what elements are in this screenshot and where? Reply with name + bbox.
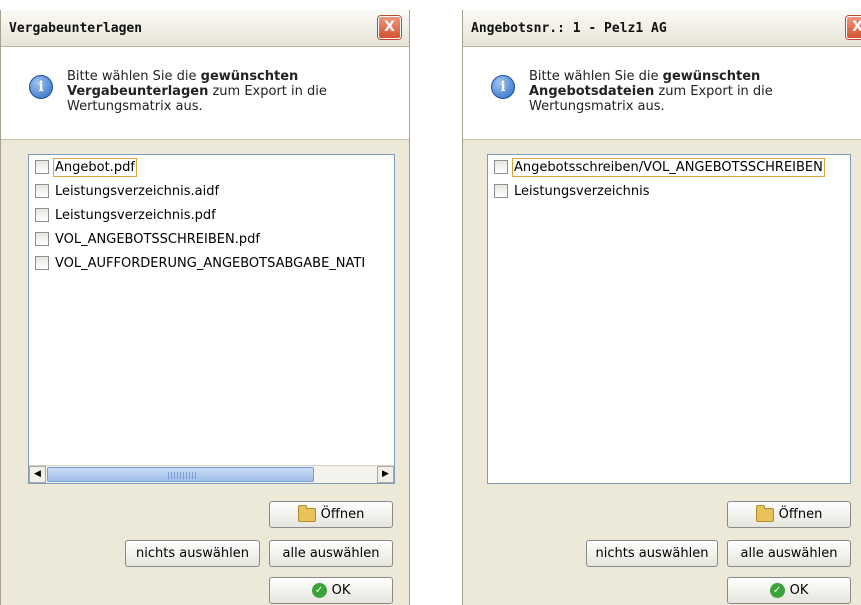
grip-icon: [168, 472, 196, 479]
checkmark-icon: ✓: [311, 583, 327, 598]
item-label: VOL_ANGEBOTSSCHREIBEN.pdf: [55, 231, 260, 247]
select-none-button[interactable]: nichts auswählen: [125, 540, 260, 567]
item-checkbox[interactable]: [35, 232, 49, 246]
scroll-right-icon[interactable]: ▶: [377, 466, 394, 483]
dialog-angebotsdateien: Angebotsnr.: 1 - Pelz1 AG X i Bitte wähl…: [462, 10, 861, 605]
list-item[interactable]: Angebot.pdf: [29, 155, 394, 179]
ok-button[interactable]: ✓ OK: [727, 577, 851, 604]
open-button[interactable]: Öffnen: [269, 501, 393, 528]
item-label: Leistungsverzeichnis.pdf: [55, 207, 216, 223]
list-item[interactable]: Leistungsverzeichnis.pdf: [29, 203, 394, 227]
list-item[interactable]: Angebotsschreiben/VOL_ANGEBOTSSCHREIBEN: [488, 155, 850, 179]
item-label: Angebot.pdf: [53, 157, 137, 177]
checkmark-icon: ✓: [769, 583, 785, 598]
select-all-button[interactable]: alle auswählen: [727, 540, 851, 567]
close-icon[interactable]: X: [846, 16, 861, 39]
information-icon: i: [491, 75, 515, 99]
item-label: VOL_AUFFORDERUNG_ANGEBOTSABGABE_NATI: [55, 255, 366, 271]
dialog-vergabeunterlagen: Vergabeunterlagen X i Bitte wählen Sie d…: [0, 10, 410, 605]
folder-open-icon: [755, 504, 774, 522]
item-checkbox[interactable]: [35, 256, 49, 270]
open-button[interactable]: Öffnen: [727, 501, 851, 528]
close-icon[interactable]: X: [378, 16, 401, 39]
horizontal-scrollbar[interactable]: ◀ ▶: [29, 465, 394, 483]
message-header: i Bitte wählen Sie die gewünschten Angeb…: [463, 47, 861, 140]
title-bar: Angebotsnr.: 1 - Pelz1 AG X: [463, 10, 861, 47]
folder-open-icon: [297, 504, 316, 522]
information-icon: i: [29, 75, 53, 99]
item-checkbox[interactable]: [35, 160, 49, 174]
scroll-thumb[interactable]: [47, 467, 314, 482]
item-checkbox[interactable]: [494, 160, 508, 174]
select-none-button[interactable]: nichts auswählen: [586, 540, 718, 567]
select-all-button[interactable]: alle auswählen: [269, 540, 393, 567]
list-item[interactable]: VOL_ANGEBOTSSCHREIBEN.pdf: [29, 227, 394, 251]
scroll-track[interactable]: [46, 466, 377, 483]
dialog-title: Vergabeunterlagen: [9, 20, 143, 36]
list-item[interactable]: Leistungsverzeichnis.aidf: [29, 179, 394, 203]
file-list[interactable]: Angebotsschreiben/VOL_ANGEBOTSSCHREIBEN …: [487, 154, 851, 484]
item-label: Angebotsschreiben/VOL_ANGEBOTSSCHREIBEN: [512, 157, 825, 177]
item-checkbox[interactable]: [494, 184, 508, 198]
scroll-left-icon[interactable]: ◀: [29, 466, 46, 483]
message-header: i Bitte wählen Sie die gewünschten Verga…: [1, 47, 409, 140]
item-label: Leistungsverzeichnis.aidf: [55, 183, 220, 199]
file-list[interactable]: Angebot.pdf Leistungsverzeichnis.aidf Le…: [28, 154, 395, 484]
list-item[interactable]: Leistungsverzeichnis: [488, 179, 850, 203]
instruction-text: Bitte wählen Sie die gewünschten Angebot…: [529, 69, 773, 114]
item-label: Leistungsverzeichnis: [514, 183, 650, 199]
item-checkbox[interactable]: [35, 208, 49, 222]
list-item[interactable]: VOL_AUFFORDERUNG_ANGEBOTSABGABE_NATI: [29, 251, 394, 275]
title-bar: Vergabeunterlagen X: [1, 10, 409, 47]
item-checkbox[interactable]: [35, 184, 49, 198]
instruction-text: Bitte wählen Sie die gewünschten Vergabe…: [67, 69, 327, 114]
dialog-title: Angebotsnr.: 1 - Pelz1 AG: [471, 20, 667, 36]
ok-button[interactable]: ✓ OK: [269, 577, 393, 604]
